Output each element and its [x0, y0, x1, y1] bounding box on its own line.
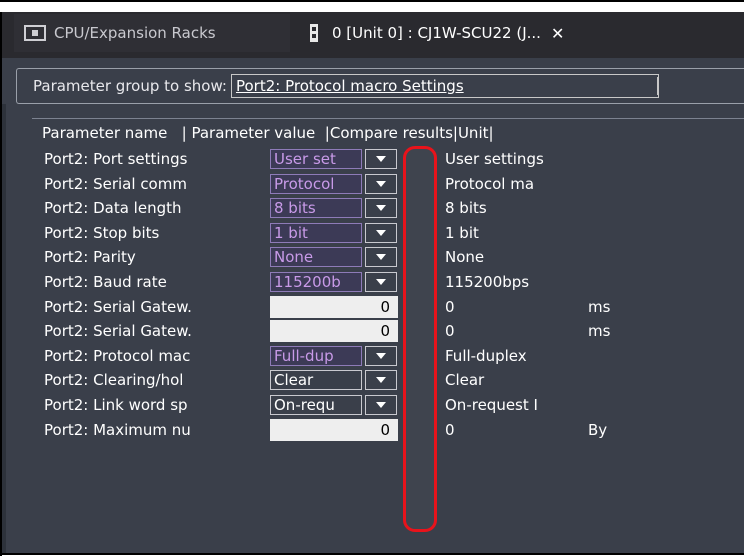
left-border [0, 12, 2, 556]
dropdown-button[interactable] [365, 272, 397, 292]
parameter-value: 115200b [270, 272, 362, 292]
parameter-value: Protocol [270, 173, 362, 194]
compare-result: 0 [445, 420, 455, 439]
parameter-value-dropdown[interactable]: None [270, 247, 400, 268]
tab-cpu-expansion-racks[interactable]: CPU/Expansion Racks [14, 14, 290, 52]
compare-result: Full-duplex [445, 346, 527, 365]
unit-label: ms [588, 297, 611, 316]
parameter-name: Port2: Port settings [44, 150, 188, 168]
parameter-table: Parameter name | Parameter value |Compar… [32, 118, 744, 146]
parameter-name: Port2: Baud rate [44, 273, 167, 291]
tab-label: CPU/Expansion Racks [54, 24, 216, 42]
parameter-value-dropdown[interactable]: 1 bit [270, 222, 400, 243]
dropdown-button[interactable] [365, 173, 397, 194]
parameter-value: On-requ [270, 395, 362, 415]
parameter-value-dropdown[interactable]: On-requ [270, 395, 400, 415]
parameter-name: Port2: Stop bits [44, 223, 160, 242]
chevron-down-icon [376, 254, 386, 261]
parameter-value-dropdown[interactable]: User set [270, 149, 400, 169]
parameter-value: 1 bit [270, 222, 362, 243]
parameter-value-input[interactable]: 0 [270, 295, 398, 318]
tab-unit-0[interactable]: 0 [Unit 0] : CJ1W-SCU22 (J... ✕ [304, 14, 700, 52]
compare-result: 8 bits [445, 199, 487, 218]
chevron-down-icon [376, 180, 386, 187]
parameter-name: Port2: Protocol mac [44, 346, 191, 365]
parameter-name: Port2: Parity [44, 248, 136, 267]
table-row: Port2: Parity None None [32, 245, 744, 269]
column-headers: Parameter name | Parameter value |Compar… [42, 123, 494, 142]
table-row: Port2: Serial Gatew. 0 0 ms [32, 319, 744, 343]
parameter-value-input[interactable]: 0 [270, 418, 398, 441]
dropdown-button[interactable] [365, 370, 397, 391]
editor-window: CPU/Expansion Racks 0 [Unit 0] : CJ1W-SC… [0, 0, 744, 556]
parameter-name: Port2: Serial Gatew. [44, 322, 192, 341]
parameter-value-dropdown[interactable]: 8 bits [270, 198, 400, 219]
parameter-value-dropdown[interactable]: Clear [270, 370, 400, 391]
dropdown-button[interactable] [365, 198, 397, 219]
parameter-value-input[interactable]: 0 [270, 320, 398, 343]
dropdown-button[interactable] [365, 247, 397, 268]
close-icon[interactable]: ✕ [551, 24, 564, 43]
parameter-value-dropdown[interactable]: Full-dup [270, 345, 400, 366]
chevron-down-icon [376, 377, 386, 384]
table-row: Port2: Clearing/hol Clear Clear [32, 368, 744, 392]
table-row: Port2: Serial comm Protocol Protocol ma [32, 172, 744, 196]
dropdown-button[interactable] [365, 222, 397, 243]
parameter-value: None [270, 247, 362, 268]
compare-result: On-request I [445, 396, 538, 414]
table-row: Port2: Protocol mac Full-dup Full-duplex [32, 344, 744, 368]
dropdown-button[interactable] [365, 149, 397, 169]
parameter-value: Clear [270, 370, 362, 391]
table-row: Port2: Maximum nu 0 0 By [32, 418, 744, 442]
table-row: Port2: Link word sp On-requ On-request I [32, 393, 744, 417]
parameter-name: Port2: Maximum nu [44, 420, 191, 439]
table-row: Port2: Serial Gatew. 0 0 ms [32, 295, 744, 319]
compare-result: 0 [445, 297, 455, 316]
chevron-down-icon [376, 402, 386, 408]
parameter-group-dropdown[interactable]: Port2: Protocol macro Settings [230, 74, 659, 98]
parameter-name: Port2: Clearing/hol [44, 371, 184, 390]
chevron-down-icon [376, 229, 386, 236]
parameter-group-bar: Parameter group to show: Port2: Protocol… [16, 68, 744, 104]
table-row: Port2: Port settings User set User setting… [32, 147, 744, 171]
parameter-value: 8 bits [270, 198, 362, 219]
chevron-down-icon [376, 205, 386, 212]
bottom-border [0, 553, 744, 555]
parameter-name: Port2: Link word sp [44, 396, 188, 414]
table-row: Port2: Baud rate 115200b 115200bps [32, 270, 744, 294]
table-row: Port2: Data length 8 bits 8 bits [32, 196, 744, 220]
parameter-name: Port2: Data length [44, 199, 182, 218]
table-row: Port2: Stop bits 1 bit 1 bit [32, 221, 744, 245]
compare-result: 1 bit [445, 223, 479, 242]
compare-result: None [445, 248, 485, 267]
top-border [0, 0, 744, 2]
compare-result: 0 [445, 322, 455, 341]
unit-label: By [588, 420, 608, 439]
compare-result: Clear [445, 371, 485, 390]
parameter-name: Port2: Serial Gatew. [44, 297, 192, 316]
panel-left-edge [2, 104, 6, 554]
dropdown-button[interactable] [365, 345, 397, 366]
unit-module-icon [310, 24, 318, 42]
parameter-value-dropdown[interactable]: 115200b [270, 272, 400, 292]
chevron-down-icon [376, 352, 386, 359]
parameter-value: User set [270, 149, 362, 169]
parameter-value: Full-dup [270, 345, 362, 366]
parameter-value-dropdown[interactable]: Protocol [270, 173, 400, 194]
parameter-group-label: Parameter group to show: [33, 77, 227, 95]
compare-result: Protocol ma [445, 174, 535, 193]
dropdown-button[interactable] [365, 395, 397, 415]
table-header: Parameter name | Parameter value |Compar… [32, 119, 744, 146]
chevron-down-icon [376, 156, 386, 162]
chevron-down-icon [376, 279, 386, 285]
compare-result: User settings [445, 150, 544, 168]
parameter-group-value: Port2: Protocol macro Settings [235, 77, 464, 95]
dropdown-divider [656, 77, 658, 95]
compare-result: 115200bps [445, 273, 530, 291]
tab-label: 0 [Unit 0] : CJ1W-SCU22 (J... [332, 24, 541, 42]
parameter-name: Port2: Serial comm [44, 174, 187, 193]
monitor-icon [24, 25, 46, 41]
unit-label: ms [588, 322, 611, 341]
